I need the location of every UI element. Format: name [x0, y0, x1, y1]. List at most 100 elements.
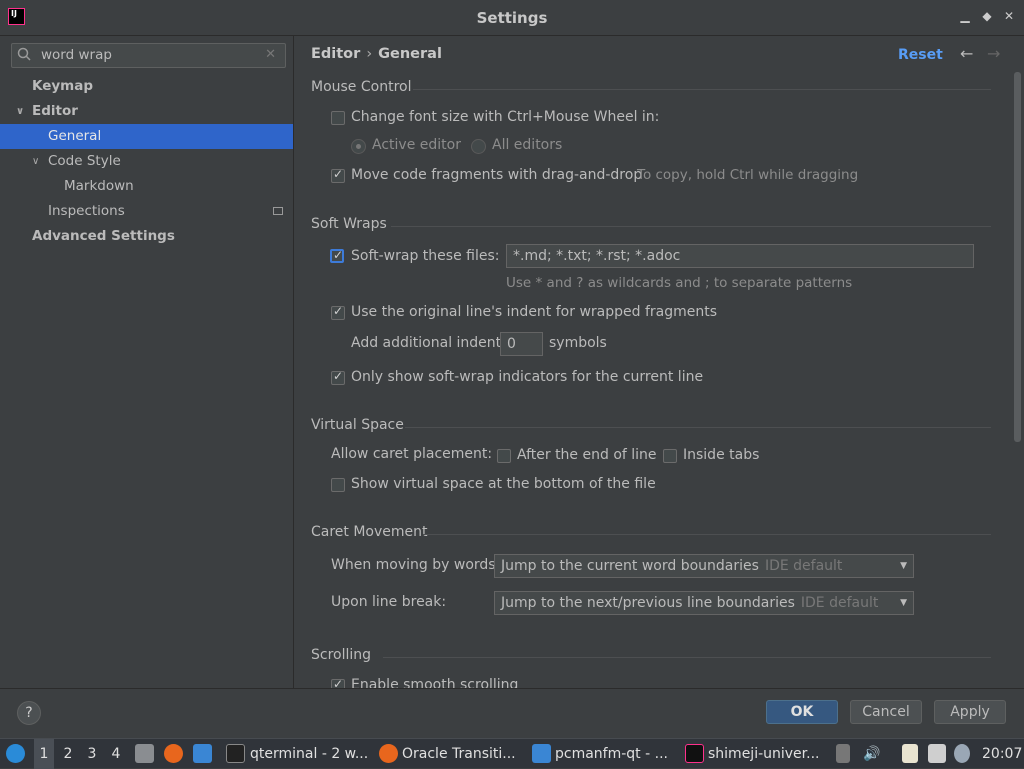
title-bar: IJ Settings ▁ ◆ ✕ — [0, 0, 1024, 36]
section-divider — [405, 427, 991, 428]
line-break-select[interactable]: Jump to the next/previous line boundarie… — [494, 591, 914, 615]
move-fragments-label: Move code fragments with drag-and-drop — [351, 167, 643, 183]
volume-icon[interactable]: 🔊 — [863, 739, 880, 769]
sidebar-item-inspections[interactable]: Inspections — [0, 199, 293, 224]
sidebar-item-label: Markdown — [64, 178, 134, 194]
breadcrumb: Editor › General — [311, 46, 442, 62]
inside-tabs-checkbox[interactable] — [663, 449, 677, 463]
task-qterminal[interactable]: qterminal - 2 w... — [250, 739, 368, 769]
chevron-down-icon[interactable]: ∨ — [32, 149, 39, 174]
soft-wrap-files-input[interactable]: *.md; *.txt; *.rst; *.adoc — [506, 244, 974, 268]
forward-arrow-icon[interactable]: → — [987, 44, 1000, 63]
start-menu-icon[interactable] — [6, 744, 25, 763]
virtual-space-bottom-checkbox[interactable] — [331, 478, 345, 492]
original-indent-label: Use the original line's indent for wrapp… — [351, 304, 718, 320]
task-oracle[interactable]: Oracle Transiti... — [402, 739, 516, 769]
breadcrumb-current: General — [378, 46, 442, 62]
sidebar-item-label: Code Style — [48, 153, 121, 169]
section-title-caret-movement: Caret Movement — [311, 524, 428, 540]
reset-link[interactable]: Reset — [898, 47, 943, 63]
folder-icon — [532, 744, 551, 763]
smooth-scrolling-checkbox[interactable] — [331, 677, 345, 688]
sidebar-item-advanced-settings[interactable]: Advanced Settings — [0, 224, 293, 249]
moving-by-words-select[interactable]: Jump to the current word boundaries IDE d… — [494, 554, 914, 578]
sidebar-item-general[interactable]: General — [0, 124, 293, 149]
clipboard-icon[interactable] — [902, 744, 918, 763]
after-end-of-line-checkbox[interactable] — [497, 449, 511, 463]
ide-default-label: IDE default — [764, 558, 843, 574]
sidebar-item-label: Editor — [32, 103, 78, 119]
cancel-button[interactable]: Cancel — [850, 700, 922, 724]
system-taskbar: 1 2 3 4 qterminal - 2 w... Oracle Transi… — [0, 738, 1024, 769]
network-icon[interactable] — [928, 744, 946, 763]
notification-icon[interactable] — [954, 744, 970, 763]
all-editors-label: All editors — [492, 137, 563, 153]
workspace-3[interactable]: 3 — [82, 739, 102, 769]
soft-wrap-files-label: Soft-wrap these files: — [351, 248, 500, 264]
sidebar-item-label: General — [48, 128, 102, 144]
restore-icon[interactable]: ◆ — [980, 9, 994, 23]
terminal-icon — [226, 744, 245, 763]
after-end-of-line-label: After the end of line — [517, 447, 657, 463]
search-icon — [17, 47, 33, 63]
ok-button[interactable]: OK — [766, 700, 838, 724]
move-fragments-checkbox[interactable] — [331, 167, 345, 183]
virtual-space-bottom-label: Show virtual space at the bottom of the … — [351, 476, 656, 492]
inside-tabs-label: Inside tabs — [683, 447, 760, 463]
task-pcmanfm[interactable]: pcmanfm-qt - ... — [555, 739, 668, 769]
section-title-soft-wraps: Soft Wraps — [311, 216, 387, 232]
file-manager-launcher-icon[interactable] — [135, 744, 154, 763]
window-title: Settings — [476, 9, 548, 27]
section-title-virtual-space: Virtual Space — [311, 417, 404, 433]
firefox-launcher-icon[interactable] — [164, 744, 183, 763]
line-break-value: Jump to the next/previous line boundarie… — [501, 595, 795, 611]
back-arrow-icon[interactable]: ← — [960, 44, 973, 63]
sidebar-item-keymap[interactable]: Keymap — [0, 74, 293, 99]
moving-by-words-value: Jump to the current word boundaries — [501, 558, 759, 574]
section-divider — [391, 226, 991, 227]
sidebar-item-label: Keymap — [32, 78, 94, 94]
workspace-2[interactable]: 2 — [58, 739, 78, 769]
sidebar-item-code-style[interactable]: ∨ Code Style — [0, 149, 293, 174]
font-size-wheel-checkbox[interactable] — [331, 111, 345, 125]
move-fragments-hint: To copy, hold Ctrl while dragging — [637, 167, 859, 183]
sidebar-item-label: Advanced Settings — [32, 228, 175, 244]
search-input-value: word wrap — [41, 47, 112, 63]
task-shimeji[interactable]: shimeji-univer... — [708, 739, 820, 769]
symbols-label: symbols — [549, 335, 607, 351]
additional-indent-label: Add additional indent: — [351, 335, 506, 351]
sidebar-item-markdown[interactable]: Markdown — [0, 174, 293, 199]
line-break-label: Upon line break: — [331, 594, 447, 610]
project-settings-icon — [273, 207, 283, 215]
chevron-down-icon[interactable]: ∨ — [16, 99, 24, 124]
sidebar-item-editor[interactable]: ∨ Editor — [0, 99, 293, 124]
original-indent-checkbox[interactable] — [331, 304, 345, 320]
close-icon[interactable]: ✕ — [1002, 9, 1016, 23]
active-editor-label: Active editor — [372, 137, 461, 153]
breadcrumb-separator: › — [366, 46, 373, 62]
wrap-indicators-checkbox[interactable] — [331, 369, 345, 385]
wrap-indicators-label: Only show soft-wrap indicators for the c… — [351, 369, 704, 385]
all-editors-radio[interactable] — [471, 139, 486, 154]
minimize-icon[interactable]: ▁ — [958, 9, 972, 23]
dropdown-arrow-icon: ▼ — [900, 598, 907, 608]
workspace-1[interactable]: 1 — [34, 739, 54, 769]
sidebar-item-label: Inspections — [48, 203, 125, 219]
updates-tray-icon[interactable] — [836, 744, 850, 763]
settings-search-input[interactable]: word wrap ✕ — [11, 43, 286, 68]
apply-button[interactable]: Apply — [934, 700, 1006, 724]
additional-indent-input[interactable]: 0 — [500, 332, 543, 356]
help-button[interactable]: ? — [17, 701, 41, 725]
section-divider — [423, 534, 991, 535]
section-title-scrolling: Scrolling — [311, 647, 372, 663]
soft-wrap-files-checkbox[interactable] — [330, 248, 344, 263]
window-controls: ▁ ◆ ✕ — [958, 9, 1016, 23]
vertical-scrollbar[interactable] — [1014, 72, 1021, 442]
breadcrumb-parent[interactable]: Editor — [311, 46, 360, 62]
workspace-4[interactable]: 4 — [106, 739, 126, 769]
active-editor-radio[interactable] — [351, 139, 366, 154]
moving-by-words-label: When moving by words: — [331, 557, 501, 573]
desktop-launcher-icon[interactable] — [193, 744, 212, 763]
intellij-icon — [685, 744, 704, 763]
clear-search-icon[interactable]: ✕ — [265, 47, 276, 62]
